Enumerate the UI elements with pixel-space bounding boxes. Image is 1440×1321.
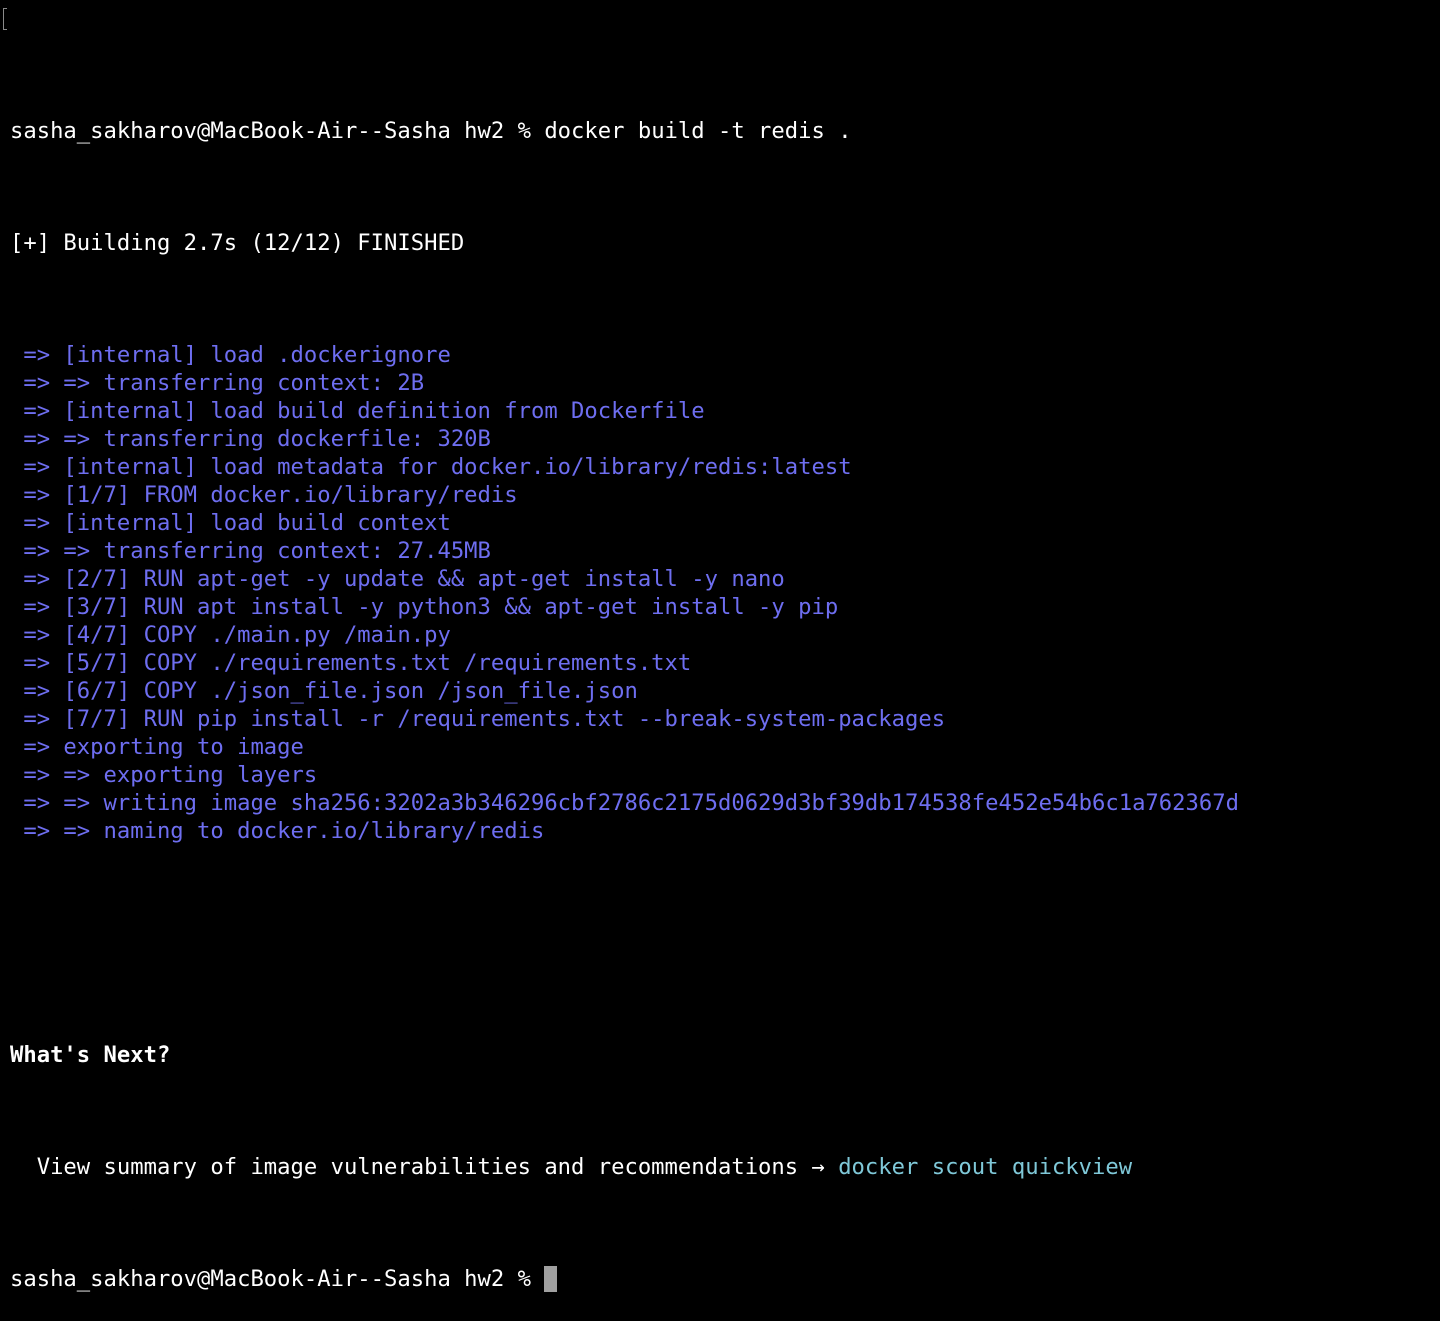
build-step-text: => => exporting layers xyxy=(10,762,318,788)
build-step-text: => => transferring context: 27.45MB xyxy=(10,538,491,564)
hint-command[interactable]: docker scout quickview xyxy=(838,1154,1132,1180)
build-step-text: => exporting to image xyxy=(10,734,304,760)
build-step-text: => => transferring dockerfile: 320B xyxy=(10,426,491,452)
build-step-line: => [internal] load .dockerignore xyxy=(0,341,1440,369)
build-step-line: => [2/7] RUN apt-get -y update && apt-ge… xyxy=(0,565,1440,593)
build-status-line: [+] Building 2.7s (12/12) FINISHED xyxy=(0,229,1440,257)
hint-text: View summary of image vulnerabilities an… xyxy=(10,1154,839,1180)
build-step-line: => => transferring context: 27.45MB xyxy=(0,537,1440,565)
build-step-text: => [7/7] RUN pip install -r /requirement… xyxy=(10,706,946,732)
build-step-line: => exporting to image xyxy=(0,733,1440,761)
build-step-text: => => naming to docker.io/library/redis xyxy=(10,818,545,844)
cursor-block-icon xyxy=(544,1266,558,1292)
build-step-line: => [6/7] COPY ./json_file.json /json_fil… xyxy=(0,677,1440,705)
build-step-text: => [internal] load build context xyxy=(10,510,451,536)
build-step-text: => [internal] load metadata for docker.i… xyxy=(10,454,852,480)
command-line: sasha_sakharov@MacBook-Air--Sasha hw2 % … xyxy=(0,117,1440,145)
build-step-text: => => transferring context: 2B xyxy=(10,370,425,396)
terminal-window[interactable]: sasha_sakharov@MacBook-Air--Sasha hw2 % … xyxy=(0,0,1440,1292)
build-step-text: => [6/7] COPY ./json_file.json /json_fil… xyxy=(10,678,638,704)
whats-next-line: What's Next? xyxy=(0,1041,1440,1069)
build-step-text: => [2/7] RUN apt-get -y update && apt-ge… xyxy=(10,566,785,592)
prompt-text: sasha_sakharov@MacBook-Air--Sasha hw2 % xyxy=(10,118,545,144)
final-prompt-text: sasha_sakharov@MacBook-Air--Sasha hw2 % xyxy=(10,1266,545,1292)
build-steps-list: => [internal] load .dockerignore => => t… xyxy=(0,341,1440,845)
command-text: docker build -t redis . xyxy=(544,118,852,144)
build-step-text: => [internal] load .dockerignore xyxy=(10,342,451,368)
build-step-text: => [3/7] RUN apt install -y python3 && a… xyxy=(10,594,839,620)
build-step-text: => [1/7] FROM docker.io/library/redis xyxy=(10,482,518,508)
build-step-line: => [1/7] FROM docker.io/library/redis xyxy=(0,481,1440,509)
build-step-line: => [7/7] RUN pip install -r /requirement… xyxy=(0,705,1440,733)
build-step-text: => [internal] load build definition from… xyxy=(10,398,705,424)
build-status-text: [+] Building 2.7s (12/12) FINISHED xyxy=(10,230,465,256)
build-step-line: => => exporting layers xyxy=(0,761,1440,789)
whats-next-heading: What's Next? xyxy=(10,1042,171,1068)
hint-line: View summary of image vulnerabilities an… xyxy=(0,1153,1440,1181)
build-step-line: => [3/7] RUN apt install -y python3 && a… xyxy=(0,593,1440,621)
build-step-line: => => transferring dockerfile: 320B xyxy=(0,425,1440,453)
build-step-line: => => writing image sha256:3202a3b346296… xyxy=(0,789,1440,817)
command-mark-icon xyxy=(3,8,7,30)
build-step-text: => => writing image sha256:3202a3b346296… xyxy=(10,790,1239,816)
build-step-line: => => transferring context: 2B xyxy=(0,369,1440,397)
build-step-text: => [4/7] COPY ./main.py /main.py xyxy=(10,622,451,648)
build-step-text: => [5/7] COPY ./requirements.txt /requir… xyxy=(10,650,692,676)
build-step-line: => [internal] load build definition from… xyxy=(0,397,1440,425)
build-step-line: => => naming to docker.io/library/redis xyxy=(0,817,1440,845)
build-step-line: => [5/7] COPY ./requirements.txt /requir… xyxy=(0,649,1440,677)
build-step-line: => [4/7] COPY ./main.py /main.py xyxy=(0,621,1440,649)
final-prompt-line[interactable]: sasha_sakharov@MacBook-Air--Sasha hw2 % xyxy=(0,1265,1440,1293)
build-step-line: => [internal] load build context xyxy=(0,509,1440,537)
build-step-line: => [internal] load metadata for docker.i… xyxy=(0,453,1440,481)
